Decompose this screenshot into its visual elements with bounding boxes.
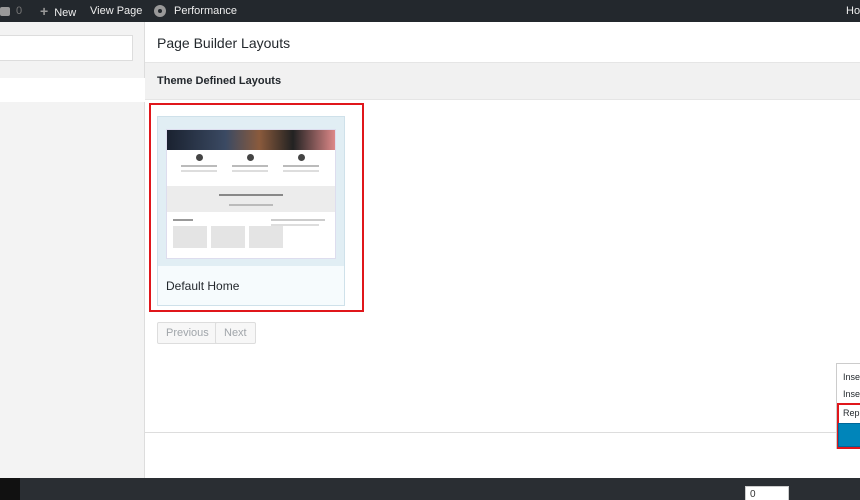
comment-icon (0, 6, 10, 16)
layouts-sidebar: ed ory (0, 22, 145, 478)
insert-option-before[interactable]: Inse (843, 372, 860, 382)
plus-icon: + (40, 3, 49, 19)
search-input[interactable] (0, 35, 133, 61)
admin-bar-new[interactable]: + New (40, 0, 76, 22)
layout-card-default-home[interactable]: Default Home (157, 116, 345, 306)
bottom-number-field[interactable]: 0 (745, 486, 789, 500)
admin-bar-performance[interactable]: Performance (154, 0, 237, 22)
performance-label: Performance (174, 5, 237, 17)
sidebar-item-active[interactable]: ed (0, 78, 145, 102)
admin-bar-view-page[interactable]: View Page (90, 0, 142, 22)
section-header: Theme Defined Layouts (145, 62, 860, 100)
admin-bar-account[interactable]: Ho (846, 0, 860, 22)
sidebar-item-directory[interactable]: ory (0, 102, 145, 126)
page-title: Page Builder Layouts (157, 35, 291, 51)
performance-icon (154, 5, 166, 18)
admin-bar-comments[interactable]: 0 (0, 0, 22, 22)
new-label: New (54, 7, 77, 19)
next-button[interactable]: Next (215, 322, 256, 344)
layouts-modal: ed ory Page Builder Layouts Theme Define… (0, 22, 860, 478)
section-title: Theme Defined Layouts (157, 75, 282, 87)
insert-option-after[interactable]: Inse (843, 389, 860, 399)
layout-thumbnail (158, 117, 344, 266)
layout-preview-image (166, 129, 336, 259)
comments-count: 0 (16, 5, 23, 17)
layouts-main: Page Builder Layouts Theme Defined Layou… (145, 22, 860, 478)
previous-button[interactable]: Previous (157, 322, 218, 344)
bottom-left-block (0, 478, 20, 500)
modal-toolbar (145, 432, 860, 478)
bottom-bar: 0 (0, 478, 860, 500)
insert-button[interactable] (838, 423, 860, 447)
layout-title: Default Home (166, 279, 240, 293)
admin-bar: 0 + New View Page Performance Ho (0, 0, 860, 22)
